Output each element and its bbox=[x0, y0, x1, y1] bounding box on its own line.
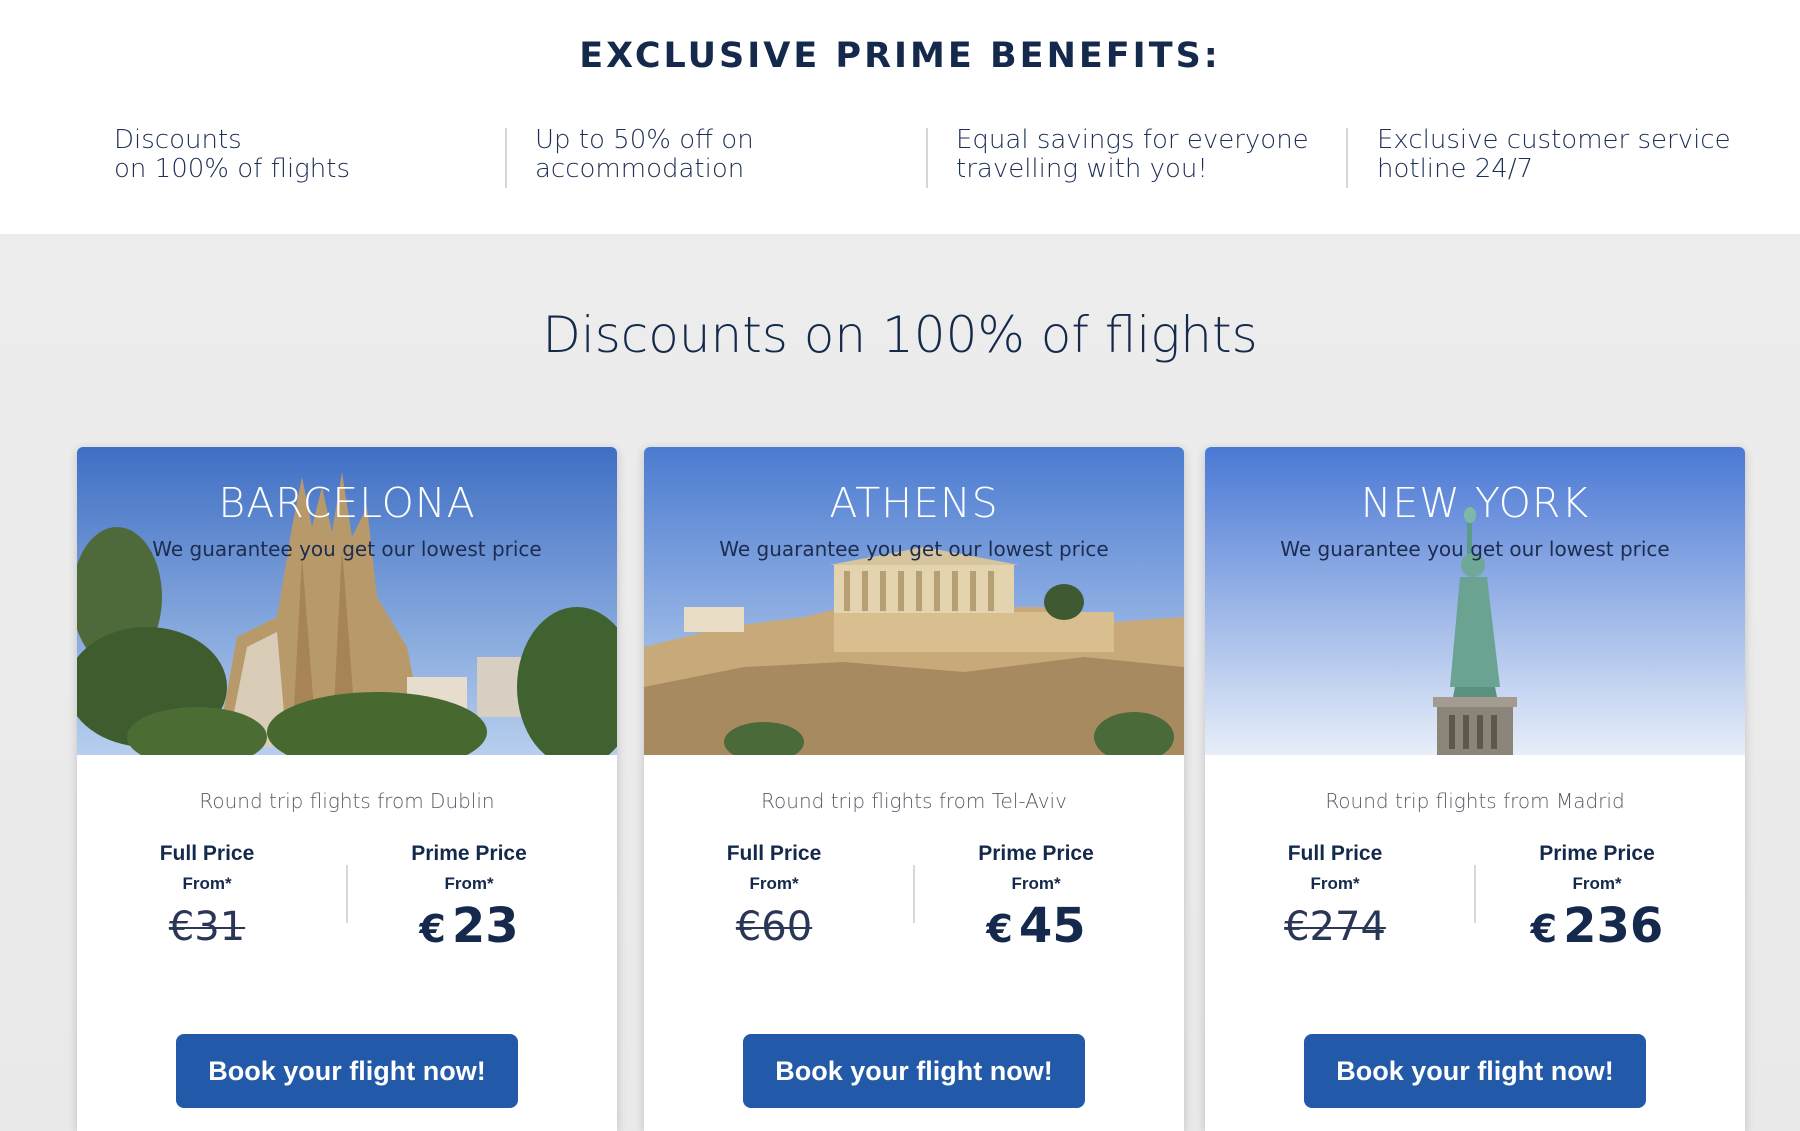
full-price-label: Full Price bbox=[1287, 842, 1383, 865]
full-price-from: From* bbox=[182, 874, 232, 893]
prime-price-amount: 23 bbox=[451, 898, 519, 954]
prime-price-value: €23 bbox=[354, 898, 584, 954]
benefits-title: EXCLUSIVE PRIME BENEFITS: bbox=[579, 36, 1221, 76]
prime-price-block: Prime Price From* €23 bbox=[354, 842, 584, 954]
prime-price-value: €236 bbox=[1482, 898, 1712, 954]
benefit-line: Exclusive customer service bbox=[1377, 125, 1731, 155]
prime-price-label: Prime Price bbox=[1539, 842, 1655, 865]
book-flight-button[interactable]: Book your flight now! bbox=[1304, 1034, 1646, 1108]
city-name: BARCELONA bbox=[218, 479, 476, 527]
benefit-line: hotline 24/7 bbox=[1377, 154, 1534, 184]
prime-price-label: Prime Price bbox=[978, 842, 1094, 865]
prime-price-from: From* bbox=[444, 874, 494, 893]
prime-price-from: From* bbox=[1572, 874, 1622, 893]
benefit-line: Equal savings for everyone bbox=[956, 125, 1309, 155]
route-text: Round trip flights from Dublin bbox=[199, 789, 495, 813]
price-divider bbox=[346, 865, 348, 923]
benefit-divider bbox=[926, 128, 928, 188]
prime-price-amount: 45 bbox=[1018, 898, 1086, 954]
prime-price-block: Prime Price From* €236 bbox=[1482, 842, 1712, 954]
currency-symbol: € bbox=[1530, 907, 1558, 951]
prime-price-amount: 236 bbox=[1563, 898, 1664, 954]
full-price-block: Full Price From* €274 bbox=[1220, 842, 1450, 950]
city-name: NEW YORK bbox=[1360, 479, 1590, 527]
city-name: ATHENS bbox=[829, 479, 999, 527]
offer-card-barcelona: BARCELONA We guarantee you get our lowes… bbox=[77, 447, 617, 1131]
full-price-label: Full Price bbox=[159, 842, 255, 865]
offer-card-athens: ATHENS We guarantee you get our lowest p… bbox=[644, 447, 1184, 1131]
full-price-from: From* bbox=[749, 874, 799, 893]
benefit-line: accommodation bbox=[535, 154, 745, 184]
route-text: Round trip flights from Tel-Aviv bbox=[761, 789, 1067, 813]
benefit-line: on 100% of flights bbox=[114, 154, 350, 184]
prime-price-value: €45 bbox=[921, 898, 1151, 954]
benefit-equal-savings: Equal savings for everyone travelling wi… bbox=[956, 126, 1336, 184]
full-price-label: Full Price bbox=[726, 842, 822, 865]
benefit-customer-service: Exclusive customer service hotline 24/7 bbox=[1377, 126, 1757, 184]
currency-symbol: € bbox=[986, 907, 1013, 951]
benefits-section: EXCLUSIVE PRIME BENEFITS: Discounts on 1… bbox=[0, 0, 1800, 234]
full-price-block: Full Price From* €60 bbox=[659, 842, 889, 950]
benefit-divider bbox=[1346, 128, 1348, 188]
benefit-divider bbox=[505, 128, 507, 188]
guarantee-text: We guarantee you get our lowest price bbox=[1280, 537, 1670, 561]
prime-price-block: Prime Price From* €45 bbox=[921, 842, 1151, 954]
benefit-line: Discounts bbox=[114, 125, 242, 155]
book-flight-button[interactable]: Book your flight now! bbox=[743, 1034, 1085, 1108]
book-flight-button[interactable]: Book your flight now! bbox=[176, 1034, 518, 1108]
prime-price-from: From* bbox=[1011, 874, 1061, 893]
currency-symbol: € bbox=[419, 907, 446, 951]
benefit-line: Up to 50% off on bbox=[535, 125, 754, 155]
prime-price-label: Prime Price bbox=[411, 842, 527, 865]
benefit-flight-discounts: Discounts on 100% of flights bbox=[114, 126, 494, 184]
full-price-value: €31 bbox=[168, 904, 246, 950]
full-price-value: €60 bbox=[735, 904, 813, 950]
price-divider bbox=[1474, 865, 1476, 923]
route-text: Round trip flights from Madrid bbox=[1325, 789, 1625, 813]
full-price-from: From* bbox=[1310, 874, 1360, 893]
offers-title: Discounts on 100% of flights bbox=[542, 306, 1258, 364]
guarantee-text: We guarantee you get our lowest price bbox=[719, 537, 1109, 561]
offer-card-new-york: NEW YORK We guarantee you get our lowest… bbox=[1205, 447, 1745, 1131]
guarantee-text: We guarantee you get our lowest price bbox=[152, 537, 542, 561]
benefit-line: travelling with you! bbox=[956, 154, 1208, 184]
benefit-accommodation: Up to 50% off on accommodation bbox=[535, 126, 915, 184]
full-price-block: Full Price From* €31 bbox=[92, 842, 322, 950]
full-price-value: €274 bbox=[1284, 904, 1386, 950]
price-divider bbox=[913, 865, 915, 923]
